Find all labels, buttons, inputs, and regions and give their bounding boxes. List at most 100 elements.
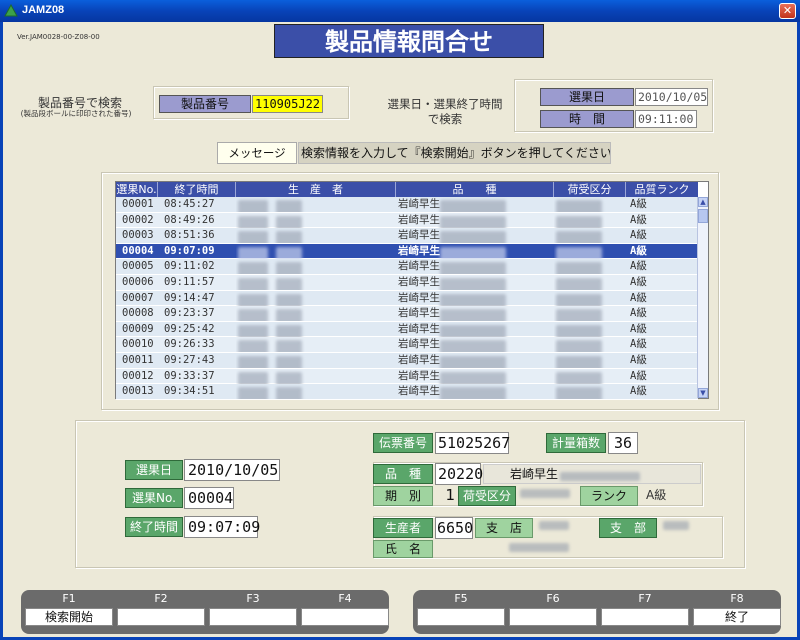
f2-button[interactable] xyxy=(117,608,205,626)
variety-text: 岩崎早生 xyxy=(398,276,440,288)
table-row[interactable]: 00006 09:11:57 岩崎早生 A級 xyxy=(116,275,698,291)
scroll-thumb[interactable] xyxy=(698,209,708,223)
receipt-value xyxy=(518,486,578,506)
cell-variety: 岩崎早生 xyxy=(396,353,554,368)
f1-search-button[interactable]: 検索開始 xyxy=(25,608,113,626)
cell-producer xyxy=(236,259,396,275)
table-row[interactable]: 00007 09:14:47 岩崎早生 A級 xyxy=(116,290,698,307)
table-row[interactable]: 00003 08:51:36 岩崎早生 A級 xyxy=(116,228,698,244)
cell-end-time: 09:27:43 xyxy=(164,354,215,366)
table-row[interactable]: 00004 09:07:09 岩崎早生 A級 xyxy=(116,243,698,260)
f4-key-label: F4 xyxy=(338,592,352,605)
redacted-text xyxy=(556,356,602,368)
period-value: 1 xyxy=(445,486,455,504)
close-button[interactable]: ✕ xyxy=(779,3,796,19)
f3-button[interactable] xyxy=(209,608,297,626)
redacted-text xyxy=(238,309,268,322)
detail-no-label: 選果No. xyxy=(125,488,183,508)
detail-end-time-value: 09:07:09 xyxy=(184,516,260,538)
cell-rank: A級 xyxy=(630,213,647,226)
table-row[interactable]: 00011 09:27:43 岩崎早生 A級 xyxy=(116,353,698,369)
cell-producer xyxy=(236,275,396,290)
table-row[interactable]: 00013 09:34:51 岩崎早生 A級 xyxy=(116,384,698,400)
cell-receipt xyxy=(554,197,626,212)
results-grid[interactable]: 選果No. 終了時間 生 産 者 品 種 荷受区分 品質ランク 00001 08:… xyxy=(115,181,709,400)
cell-no: 00013 xyxy=(122,385,154,398)
message-text: 検索情報を入力して『検索開始』ボタンを押してください xyxy=(298,142,611,164)
cell-receipt xyxy=(554,322,626,337)
cell-variety: 岩崎早生 xyxy=(396,306,554,322)
cell-receipt xyxy=(554,244,626,259)
cell-no: 00002 xyxy=(122,213,154,226)
fkey-group-right: F5 F6 F7 F8 終了 xyxy=(413,590,781,634)
table-row[interactable]: 00002 08:49:26 岩崎早生 A級 xyxy=(116,212,698,229)
cell-rank: A級 xyxy=(630,354,647,366)
cell-receipt xyxy=(554,369,626,384)
col-header-variety[interactable]: 品 種 xyxy=(396,182,554,197)
cell-producer xyxy=(236,228,396,244)
col-header-receipt[interactable]: 荷受区分 xyxy=(554,182,626,197)
grid-scrollbar[interactable]: ▲ ▼ xyxy=(697,197,708,398)
redacted-text xyxy=(238,371,268,384)
rank-label: ランク xyxy=(580,486,638,506)
redacted-text xyxy=(440,262,506,275)
cell-receipt xyxy=(554,337,626,353)
redacted-text xyxy=(556,262,602,275)
variety-text: 岩崎早生 xyxy=(398,291,440,304)
f6-button[interactable] xyxy=(509,608,597,626)
cell-end-time: 09:33:37 xyxy=(164,369,215,382)
cell-no: 00009 xyxy=(122,322,154,335)
f5-button[interactable] xyxy=(417,608,505,626)
app-client-area: Ver.JAM0028-00-Z08-00 製品情報問合せ 製品番号で検索 (製… xyxy=(0,22,800,640)
window-titlebar: JAMZ08 ✕ xyxy=(0,0,800,22)
variety-text: 岩崎早生 xyxy=(398,385,440,398)
harvest-date-input[interactable]: 2010/10/05 xyxy=(635,88,708,106)
table-row[interactable]: 00001 08:45:27 岩崎早生 A級 xyxy=(116,197,698,213)
app-icon xyxy=(4,4,18,17)
f1-key-label: F1 xyxy=(62,592,76,605)
cell-rank: A級 xyxy=(630,338,647,351)
redacted-text xyxy=(238,340,268,353)
cell-variety: 岩崎早生 xyxy=(396,197,554,212)
f4-button[interactable] xyxy=(301,608,389,626)
redacted-text xyxy=(440,387,506,400)
table-row[interactable]: 00005 09:11:02 岩崎早生 A級 xyxy=(116,259,698,275)
cell-no: 00003 xyxy=(122,229,154,242)
col-header-end-time[interactable]: 終了時間 xyxy=(158,182,236,197)
scroll-down-icon[interactable]: ▼ xyxy=(698,388,708,398)
table-row[interactable]: 00010 09:26:33 岩崎早生 A級 xyxy=(116,337,698,353)
product-search-panel: 製品番号 110905J22 xyxy=(153,86,349,119)
cell-no: 00011 xyxy=(122,354,154,366)
redacted-text xyxy=(440,293,506,306)
cell-rank: A級 xyxy=(630,291,647,304)
col-header-no[interactable]: 選果No. xyxy=(116,182,158,197)
f8-key-label: F8 xyxy=(730,592,744,605)
cell-rank: A級 xyxy=(630,369,647,382)
col-header-rank[interactable]: 品質ランク xyxy=(626,182,698,197)
redacted-text xyxy=(440,278,506,290)
table-row[interactable]: 00009 09:25:42 岩崎早生 A級 xyxy=(116,321,698,338)
cell-producer xyxy=(236,291,396,306)
time-input[interactable]: 09:11:00 xyxy=(635,110,697,128)
redacted-text xyxy=(238,278,268,290)
subbranch-label: 支 部 xyxy=(599,518,657,538)
redacted-text xyxy=(276,200,302,212)
col-header-producer[interactable]: 生 産 者 xyxy=(236,182,396,197)
redacted-text xyxy=(276,215,302,228)
cell-end-time: 09:11:57 xyxy=(164,276,215,288)
f8-exit-button[interactable]: 終了 xyxy=(693,608,781,626)
cell-variety: 岩崎早生 xyxy=(396,275,554,290)
page-title: 製品情報問合せ xyxy=(274,24,544,58)
f7-button[interactable] xyxy=(601,608,689,626)
scroll-up-icon[interactable]: ▲ xyxy=(698,197,708,207)
cell-rank: A級 xyxy=(630,385,647,398)
redacted-text xyxy=(440,324,506,337)
table-row[interactable]: 00012 09:33:37 岩崎早生 A級 xyxy=(116,368,698,385)
cell-producer xyxy=(236,353,396,368)
redacted-text xyxy=(276,356,302,368)
table-row[interactable]: 00008 09:23:37 岩崎早生 A級 xyxy=(116,306,698,322)
cell-receipt xyxy=(554,291,626,306)
product-number-input[interactable]: 110905J22 xyxy=(252,95,323,113)
cell-producer xyxy=(236,322,396,337)
product-search-subcaption: (製品段ボールに印印された番号) xyxy=(20,109,132,118)
